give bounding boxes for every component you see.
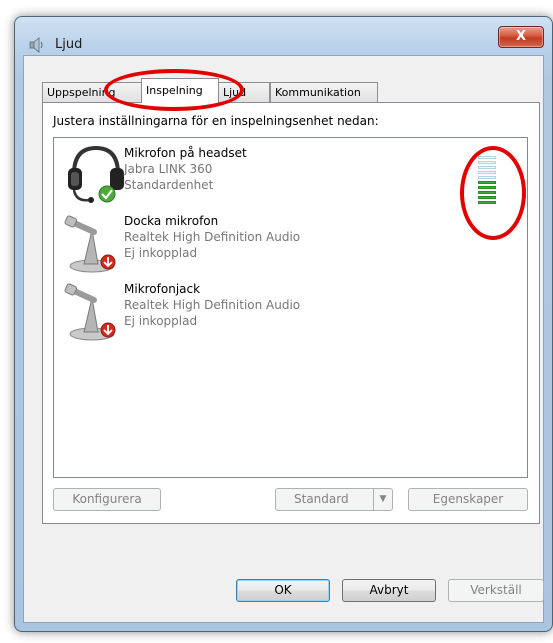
dialog-client-area: Uppspelning Inspelning Ljud Kommunikatio… xyxy=(23,55,544,623)
microphone-icon xyxy=(64,283,116,341)
device-name: Mikrofonjack xyxy=(124,282,201,296)
standard-button-label: Standard xyxy=(294,492,349,506)
device-status: Standardenhet xyxy=(124,178,214,192)
microphone-icon xyxy=(64,215,116,273)
device-status: Ej inkopplad xyxy=(124,246,198,260)
device-name: Docka mikrofon xyxy=(124,214,219,228)
annotation-circle-recording-tab xyxy=(104,69,244,111)
device-driver: Realtek High Definition Audio xyxy=(124,230,301,244)
down-arrow-badge-icon xyxy=(100,322,116,338)
check-badge-icon xyxy=(98,185,116,203)
annotation-circle-level-meter xyxy=(460,146,526,240)
configure-button[interactable]: Konfigurera xyxy=(53,488,161,511)
apply-button[interactable]: Verkställ xyxy=(448,579,544,602)
title-bar[interactable]: Ljud X xyxy=(15,17,552,57)
window-title: Ljud xyxy=(55,37,83,52)
cancel-button[interactable]: Avbryt xyxy=(342,579,436,602)
device-driver: Realtek High Definition Audio xyxy=(124,298,301,312)
tab-kommunikation[interactable]: Kommunikation xyxy=(270,82,378,102)
list-item-headset-microphone[interactable]: Mikrofon på headset Jabra LINK 360 Stand… xyxy=(54,140,527,206)
tab-label: Kommunikation xyxy=(275,86,361,99)
device-details: Mikrofonjack Realtek High Definition Aud… xyxy=(124,281,300,329)
list-item-dock-microphone[interactable]: Docka mikrofon Realtek High Definition A… xyxy=(54,208,527,274)
list-item-microphone-jack[interactable]: Mikrofonjack Realtek High Definition Aud… xyxy=(54,276,527,342)
standard-split-button[interactable]: Standard ▼ xyxy=(275,488,393,511)
sound-dialog-window: Ljud X Uppspelning Inspelning Ljud Kommu… xyxy=(14,16,553,632)
device-details: Mikrofon på headset Jabra LINK 360 Stand… xyxy=(124,145,247,193)
close-icon: X xyxy=(515,29,527,44)
panel-instruction: Justera inställningarna för en inspelnin… xyxy=(53,114,379,128)
speaker-icon xyxy=(29,37,43,53)
chevron-down-icon[interactable]: ▼ xyxy=(373,489,392,510)
device-status: Ej inkopplad xyxy=(124,314,198,328)
device-driver: Jabra LINK 360 xyxy=(124,162,213,176)
ok-button[interactable]: OK xyxy=(236,579,330,602)
down-arrow-badge-icon xyxy=(100,254,116,270)
device-details: Docka mikrofon Realtek High Definition A… xyxy=(124,213,300,261)
properties-button[interactable]: Egenskaper xyxy=(408,488,528,511)
device-name: Mikrofon på headset xyxy=(124,146,247,160)
close-button[interactable]: X xyxy=(498,26,544,48)
recording-device-list[interactable]: Mikrofon på headset Jabra LINK 360 Stand… xyxy=(53,137,528,478)
headset-icon xyxy=(68,145,124,203)
